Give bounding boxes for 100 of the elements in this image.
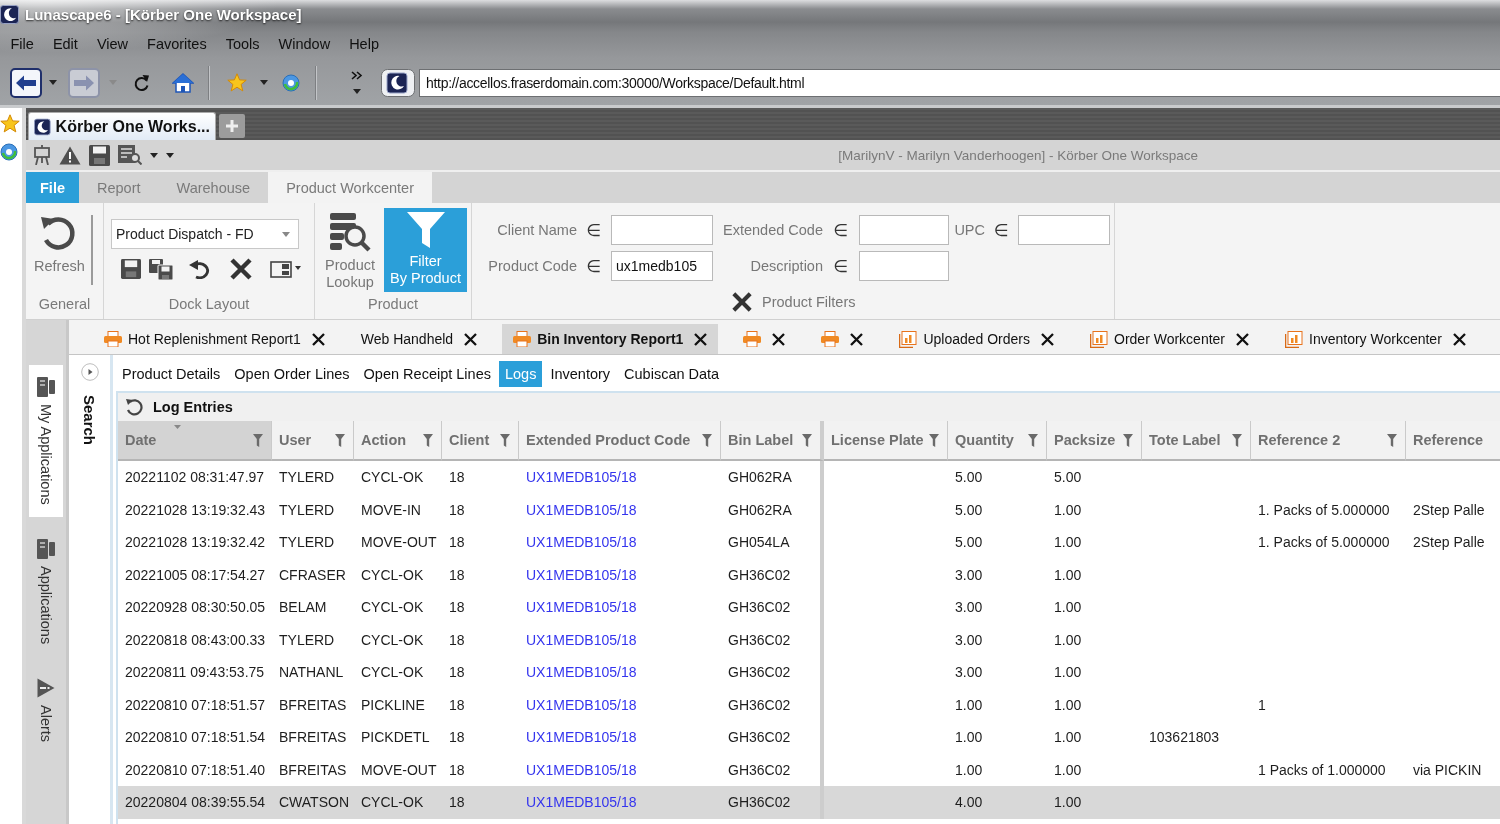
product-code-link[interactable]: UX1MEDB105/18 xyxy=(526,501,637,518)
close-icon[interactable] xyxy=(1041,332,1054,346)
filter-input[interactable] xyxy=(859,215,949,245)
save-icon[interactable] xyxy=(89,144,110,166)
layout-select[interactable]: Product Dispatch - FD xyxy=(111,219,299,249)
search-panel-label[interactable]: Search xyxy=(81,395,98,446)
close-icon[interactable] xyxy=(694,332,708,346)
ring-icon[interactable] xyxy=(282,73,300,92)
product-code-link[interactable]: UX1MEDB105/18 xyxy=(526,469,637,486)
close-icon[interactable] xyxy=(464,332,478,346)
refresh-button[interactable]: Refresh xyxy=(32,213,87,283)
column-header[interactable]: Bin Label xyxy=(721,421,824,461)
document-tab[interactable]: Uploaded Orders xyxy=(888,324,1065,354)
column-header[interactable]: Extended Product Code xyxy=(519,421,721,461)
menu-item[interactable]: File xyxy=(1,33,44,55)
browser-tab[interactable]: Körber One Works... xyxy=(28,112,216,140)
detail-tab[interactable]: Cubiscan Data xyxy=(618,361,726,387)
column-header[interactable]: Packsize xyxy=(1047,421,1142,461)
save-all-icon[interactable] xyxy=(149,258,173,280)
filter-icon[interactable] xyxy=(1123,434,1133,447)
close-icon[interactable] xyxy=(850,332,864,346)
menu-item[interactable]: Help xyxy=(339,33,389,55)
home-icon[interactable] xyxy=(172,72,194,93)
column-header[interactable]: Reference xyxy=(1406,421,1500,461)
side-nav-tab[interactable]: My Applications xyxy=(29,365,63,517)
column-header[interactable]: User xyxy=(272,421,354,461)
filter-input[interactable]: ux1medb105 xyxy=(611,251,713,281)
filter-icon[interactable] xyxy=(702,434,712,447)
filter-input[interactable] xyxy=(611,215,713,245)
side-nav-tab[interactable]: Alerts xyxy=(29,665,63,754)
refresh-icon[interactable] xyxy=(125,398,144,416)
ring-icon[interactable] xyxy=(0,143,18,161)
detail-tab[interactable]: Open Receipt Lines xyxy=(357,361,497,387)
detail-tab[interactable]: Product Details xyxy=(116,361,227,387)
lookup-button[interactable]: Product Lookup xyxy=(320,208,380,292)
star-icon[interactable] xyxy=(227,73,247,92)
filter-icon[interactable] xyxy=(253,434,263,447)
document-tab[interactable]: Bin Inventory Report1 xyxy=(502,324,719,354)
product-code-link[interactable]: UX1MEDB105/18 xyxy=(526,599,637,616)
column-header[interactable]: Quantity xyxy=(948,421,1047,461)
detail-tab[interactable]: Open Order Lines xyxy=(228,361,356,387)
operator-symbol[interactable]: ∈ xyxy=(833,219,849,241)
close-icon[interactable] xyxy=(772,332,786,346)
easel-icon[interactable] xyxy=(33,145,51,165)
filter-icon[interactable] xyxy=(1387,434,1397,447)
ribbon-tab[interactable]: Product Workcenter xyxy=(268,172,432,203)
detail-tab[interactable]: Inventory xyxy=(544,361,617,387)
caret-icon[interactable] xyxy=(260,80,268,85)
star-icon[interactable] xyxy=(0,114,20,133)
undo-icon[interactable] xyxy=(189,259,211,279)
filter-input[interactable] xyxy=(1018,215,1110,245)
clear-filters-button[interactable]: Product Filters xyxy=(732,292,856,312)
document-tab[interactable]: Hot Replenishment Report1 xyxy=(93,324,336,354)
layout-icon[interactable] xyxy=(270,260,302,278)
warning-icon[interactable] xyxy=(59,145,81,165)
product-code-link[interactable]: UX1MEDB105/18 xyxy=(526,566,637,583)
delete-icon[interactable] xyxy=(230,258,252,280)
caret-icon[interactable] xyxy=(353,89,361,94)
save-icon[interactable] xyxy=(121,259,141,279)
print-preview-icon[interactable] xyxy=(118,145,142,165)
column-header[interactable]: Client xyxy=(442,421,519,461)
caret-icon[interactable] xyxy=(49,80,57,85)
filter-icon[interactable] xyxy=(1232,434,1242,447)
product-code-link[interactable]: UX1MEDB105/18 xyxy=(526,534,637,551)
filter-icon[interactable] xyxy=(929,434,939,447)
filter-icon[interactable] xyxy=(335,434,345,447)
close-icon[interactable] xyxy=(1452,332,1466,346)
filter-input[interactable] xyxy=(859,251,949,281)
table-cell-text: 1.00 xyxy=(954,728,984,748)
operator-symbol[interactable]: ∈ xyxy=(994,219,1009,241)
column-header[interactable]: Tote Label xyxy=(1142,421,1251,461)
filter-icon[interactable] xyxy=(423,434,433,447)
document-tab[interactable]: Order Workcenter xyxy=(1079,324,1260,354)
product-code-link[interactable]: UX1MEDB105/18 xyxy=(526,729,637,746)
operator-symbol[interactable]: ∈ xyxy=(586,255,602,277)
product-code-link[interactable]: UX1MEDB105/18 xyxy=(526,761,637,778)
chevrons-icon[interactable] xyxy=(351,71,363,80)
column-header[interactable]: Action xyxy=(354,421,442,461)
filter-icon[interactable] xyxy=(802,434,812,447)
side-nav-tab[interactable]: Applications xyxy=(29,526,63,656)
menu-item[interactable]: View xyxy=(87,33,138,55)
column-header[interactable]: Reference 2 xyxy=(1251,421,1406,461)
close-icon[interactable] xyxy=(311,332,325,346)
filter-icon[interactable] xyxy=(500,434,510,447)
menu-item[interactable]: Edit xyxy=(43,33,88,55)
menu-item[interactable]: Tools xyxy=(216,33,270,55)
address-field[interactable]: http://accellos.fraserdomain.com:30000/Workspace/Default.html xyxy=(419,68,1500,97)
product-code-link[interactable]: UX1MEDB105/18 xyxy=(526,696,637,713)
document-tab[interactable]: Web Handheld xyxy=(349,324,489,354)
expand-icon[interactable] xyxy=(80,363,99,381)
menu-item[interactable]: Favorites xyxy=(137,33,217,55)
menu-item[interactable]: Window xyxy=(269,33,340,55)
filter-icon[interactable] xyxy=(1028,434,1038,447)
product-code-link[interactable]: UX1MEDB105/18 xyxy=(526,631,637,648)
close-icon[interactable] xyxy=(1236,332,1249,346)
operator-symbol[interactable]: ∈ xyxy=(586,219,602,241)
document-tab[interactable]: Inventory Workcenter xyxy=(1274,324,1477,354)
reload-icon[interactable] xyxy=(133,73,150,92)
product-code-link[interactable]: UX1MEDB105/18 xyxy=(526,664,637,681)
operator-symbol[interactable]: ∈ xyxy=(833,255,849,277)
